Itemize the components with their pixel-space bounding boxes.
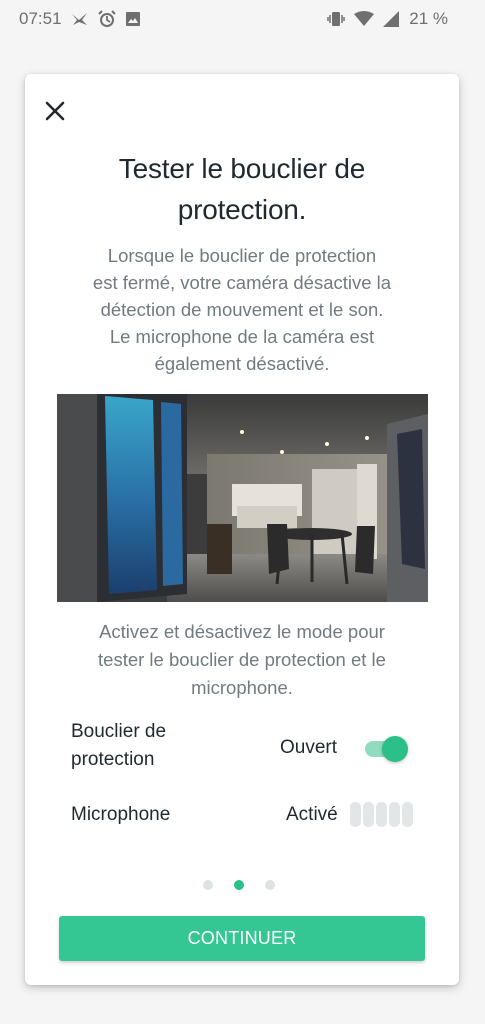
toggle-instruction: Activez et désactivez le mode pour teste… [65,618,419,702]
instruction-line: Activez et désactivez le mode pour [99,621,385,642]
close-button[interactable] [44,100,66,122]
level-bar [350,802,361,827]
microphone-status-value: Activé [286,804,338,825]
shield-toggle[interactable] [365,736,408,762]
dialog-title: Tester le bouclier de protection. [118,153,366,225]
shield-row-label: Bouclier de protection [71,718,166,774]
toggle-knob [382,736,408,762]
wifi-icon [354,11,375,27]
description-line: détection de mouvement et le son. [100,299,384,320]
shield-status-value: Ouvert [280,737,338,758]
status-bar: 07:51 21 % [0,0,485,38]
microphone-row-label: Microphone [71,804,171,825]
battery-percent: 21 % [409,9,448,28]
instruction-line: tester le bouclier de protection et le [98,649,386,670]
close-icon [45,101,65,121]
level-bar [402,802,413,827]
description-line: également désactivé. [154,353,330,374]
notification-bird-icon [71,11,89,27]
vibrate-icon [327,10,345,28]
pagination-dots [203,880,275,890]
description-line: Lorsque le bouclier de protection [107,245,377,266]
image-icon [125,11,141,27]
instruction-line: microphone. [191,677,293,698]
page-dot[interactable] [203,880,213,890]
description-line: Le microphone de la caméra est [109,326,375,347]
continue-button[interactable]: CONTINUER [59,916,425,961]
page-dot[interactable] [265,880,275,890]
microphone-level-meter [350,802,413,827]
shield-label-line: protection [71,749,155,770]
level-bar [389,802,400,827]
camera-preview-image [57,394,428,602]
level-bar [363,802,374,827]
shield-test-dialog: Tester le bouclier de protection. Lorsqu… [25,74,459,985]
level-bar [376,802,387,827]
alarm-icon [97,10,116,28]
shield-label-line: Bouclier de [71,721,167,742]
signal-icon [383,11,400,27]
description-line: est fermé, votre caméra désactive la [92,272,392,293]
dialog-description: Lorsque le bouclier de protection est fe… [65,242,419,377]
status-time: 07:51 [19,9,62,28]
page-dot-active[interactable] [234,880,244,890]
